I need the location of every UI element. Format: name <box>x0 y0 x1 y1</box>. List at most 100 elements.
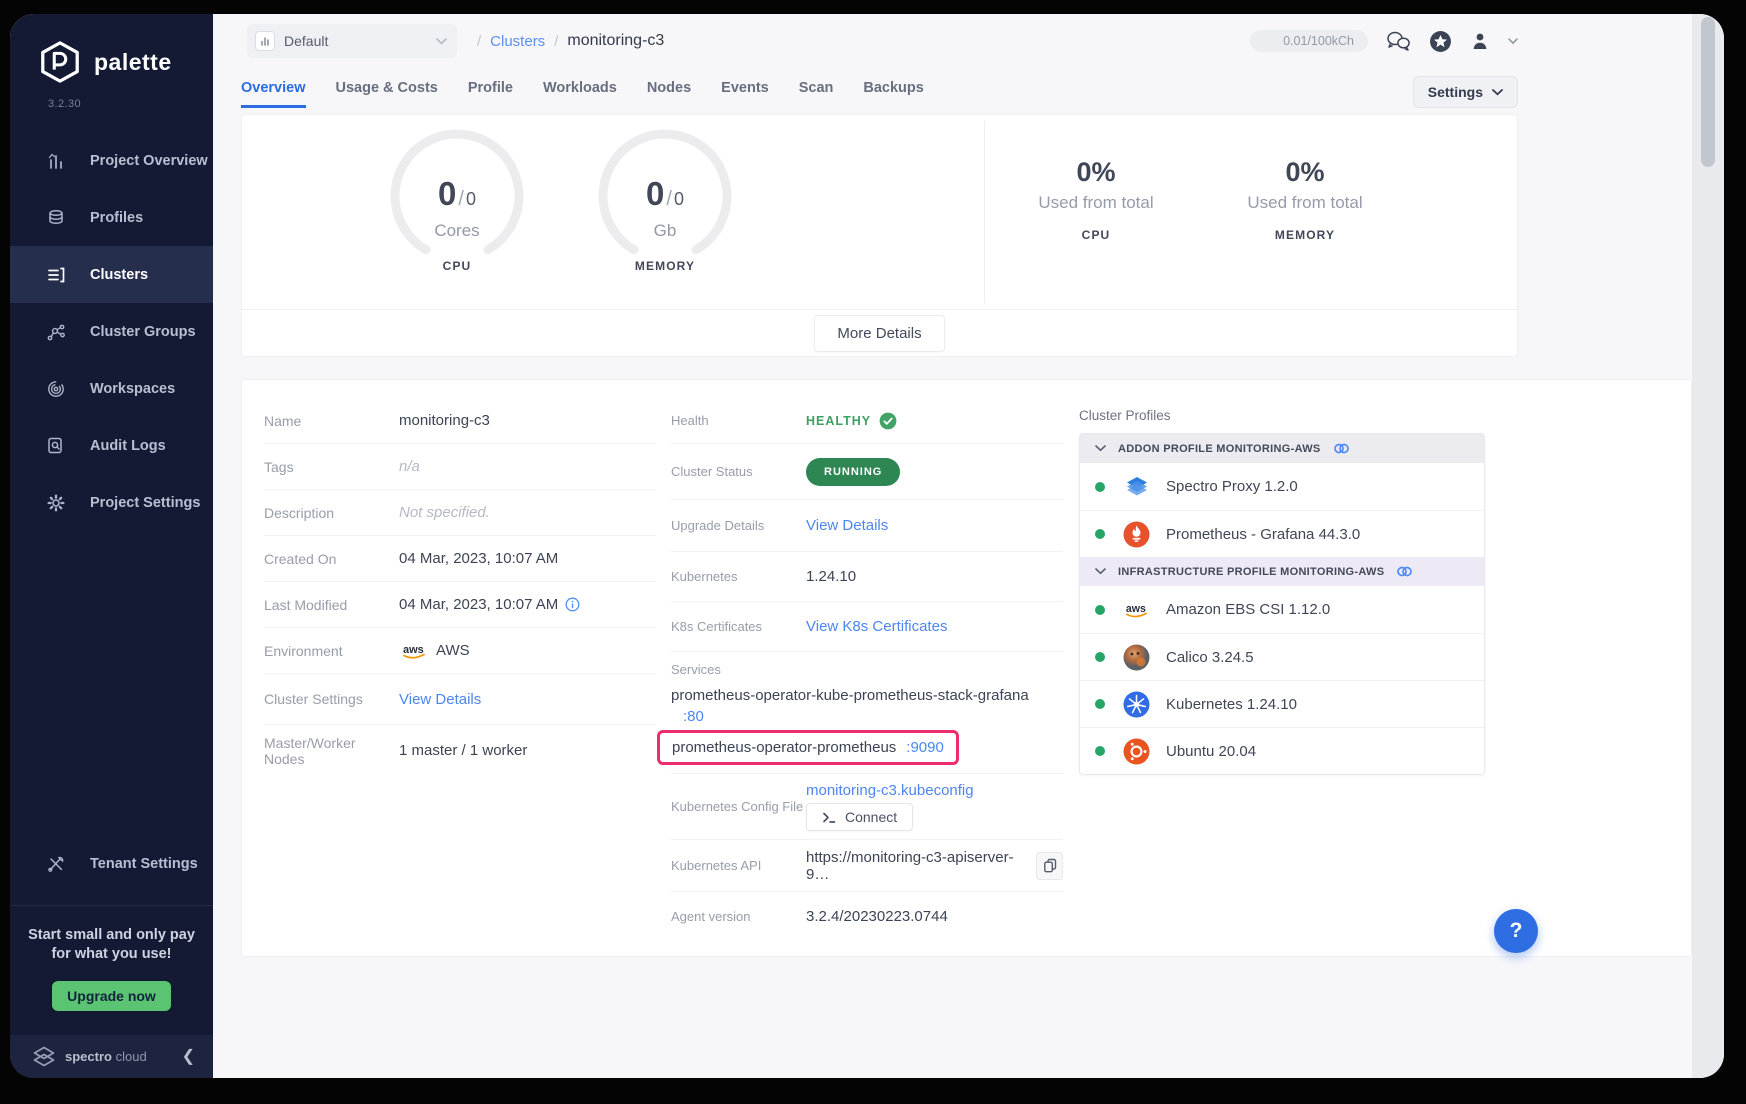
upgrade-now-button[interactable]: Upgrade now <box>52 981 171 1011</box>
gauge-area: 0/0 Cores CPU 0/0 Gb MEMORY <box>242 115 1517 309</box>
sidebar-item-tenant-settings[interactable]: Tenant Settings <box>10 836 213 893</box>
info-icon[interactable] <box>565 597 580 612</box>
sidebar-item-project-settings[interactable]: Project Settings <box>10 474 213 531</box>
sidebar-item-label: Workspaces <box>90 381 175 397</box>
profile-row-amazon-ebs-csi[interactable]: aws Amazon EBS CSI 1.12.0 <box>1080 586 1484 633</box>
tab-backups[interactable]: Backups <box>863 80 923 108</box>
memory-used-value: 0 <box>646 175 664 212</box>
link-icon[interactable] <box>1333 442 1350 455</box>
more-details-button[interactable]: More Details <box>814 315 944 352</box>
tabs-row: Overview Usage & Costs Profile Workloads… <box>241 76 1518 108</box>
sidebar-item-project-overview[interactable]: Project Overview <box>10 132 213 189</box>
footer-brand-bold: spectro <box>65 1049 112 1064</box>
sidebar-item-workspaces[interactable]: Workspaces <box>10 360 213 417</box>
mini-chart-icon <box>255 31 275 51</box>
sidebar-collapse-icon[interactable]: ❮ <box>182 1049 195 1065</box>
upgrade-promo: Start small and only pay for what you us… <box>10 905 213 1035</box>
tab-events[interactable]: Events <box>721 80 769 108</box>
sidebar: palette 3.2.30 Project Overview <box>10 14 213 1078</box>
row-kubernetes-version: Kubernetes 1.24.10 <box>671 552 1063 602</box>
row-master-worker: Master/Worker Nodes 1 master / 1 worker <box>264 725 656 776</box>
help-button[interactable]: ? <box>1494 909 1538 953</box>
cpu-usage-percent: 0% <box>1001 157 1191 188</box>
tab-scan[interactable]: Scan <box>799 80 834 108</box>
chevron-down-icon <box>436 38 447 45</box>
details-middle-column: Health HEALTHY Cluster Status RUNNING Up… <box>671 398 1063 940</box>
sidebar-item-profiles[interactable]: Profiles <box>10 189 213 246</box>
palette-logo-icon <box>38 40 82 84</box>
settings-button[interactable]: Settings <box>1413 76 1518 108</box>
brand-name: palette <box>94 49 172 76</box>
cpu-gauge: 0/0 Cores CPU <box>372 129 542 273</box>
tab-overview[interactable]: Overview <box>241 80 306 108</box>
cluster-profiles-panel: Cluster Profiles ADDON PROFILE MONITORIN… <box>1079 408 1485 775</box>
memory-usage-stat: 0% Used from total MEMORY <box>1210 157 1400 242</box>
tags-value: n/a <box>399 458 420 475</box>
row-upgrade-details: Upgrade Details View Details <box>671 500 1063 552</box>
profile-row-prometheus-grafana[interactable]: Prometheus - Grafana 44.3.0 <box>1080 510 1484 557</box>
ubuntu-logo <box>1123 738 1150 765</box>
layers-icon <box>46 208 66 228</box>
infrastructure-profile-header[interactable]: INFRASTRUCTURE PROFILE MONITORING-AWS <box>1080 557 1484 586</box>
page: palette 3.2.30 Project Overview <box>0 0 1746 1104</box>
row-agent-version: Agent version 3.2.4/20230223.0744 <box>671 892 1063 940</box>
kubernetes-logo <box>1123 691 1150 718</box>
highlighted-service: prometheus-operator-prometheus :9090 <box>657 730 959 765</box>
details-left-column: Name monitoring-c3 Tags n/a Description … <box>264 398 656 776</box>
connect-button[interactable]: Connect <box>806 803 913 831</box>
created-on-value: 04 Mar, 2023, 10:07 AM <box>399 550 558 567</box>
service-port-link[interactable]: :80 <box>683 708 704 725</box>
cpu-total-value: 0 <box>466 189 476 209</box>
svg-text:aws: aws <box>1126 602 1146 614</box>
link-icon[interactable] <box>1396 565 1413 578</box>
promo-line-2: for what you use! <box>20 945 203 965</box>
project-selector[interactable]: Default <box>247 24 457 58</box>
memory-total-value: 0 <box>674 189 684 209</box>
cluster-name-value: monitoring-c3 <box>399 412 490 429</box>
tab-usage-costs[interactable]: Usage & Costs <box>336 80 438 108</box>
spectro-cloud-logo <box>32 1045 56 1069</box>
profile-pack-name: Ubuntu 20.04 <box>1166 743 1256 760</box>
sidebar-item-label: Project Overview <box>90 153 208 169</box>
status-dot <box>1095 699 1105 709</box>
addon-profile-header[interactable]: ADDON PROFILE MONITORING-AWS <box>1080 434 1484 463</box>
profile-row-kubernetes[interactable]: Kubernetes 1.24.10 <box>1080 680 1484 727</box>
breadcrumb-clusters-link[interactable]: Clusters <box>490 33 545 50</box>
metrics-divider <box>984 121 985 303</box>
app-window: palette 3.2.30 Project Overview <box>10 14 1724 1078</box>
user-icon[interactable] <box>1469 30 1491 52</box>
terminal-icon <box>822 811 836 824</box>
breadcrumb-current: monitoring-c3 <box>567 32 664 50</box>
services-label: Services <box>671 662 1063 677</box>
row-name: Name monitoring-c3 <box>264 398 656 444</box>
profile-pack-name: Spectro Proxy 1.2.0 <box>1166 478 1298 495</box>
profile-row-calico[interactable]: Calico 3.24.5 <box>1080 633 1484 680</box>
sidebar-nav: Project Overview Profiles <box>10 132 213 531</box>
service-port-link[interactable]: :9090 <box>906 739 944 756</box>
check-circle-icon <box>879 412 897 430</box>
prometheus-logo <box>1123 521 1150 548</box>
profile-row-spectro-proxy[interactable]: Spectro Proxy 1.2.0 <box>1080 463 1484 510</box>
upgrade-details-link[interactable]: View Details <box>806 517 888 534</box>
row-tags: Tags n/a <box>264 444 656 490</box>
row-created-on: Created On 04 Mar, 2023, 10:07 AM <box>264 536 656 582</box>
sidebar-item-cluster-groups[interactable]: Cluster Groups <box>10 303 213 360</box>
copy-button[interactable] <box>1036 852 1063 880</box>
tab-nodes[interactable]: Nodes <box>647 80 691 108</box>
tab-workloads[interactable]: Workloads <box>543 80 617 108</box>
cluster-settings-link[interactable]: View Details <box>399 691 481 708</box>
chevron-down-icon[interactable] <box>1508 38 1518 45</box>
star-circle-icon[interactable] <box>1429 30 1452 53</box>
k8s-certificates-link[interactable]: View K8s Certificates <box>806 618 947 635</box>
kubeconfig-download-link[interactable]: monitoring-c3.kubeconfig <box>806 782 974 799</box>
sidebar-item-clusters[interactable]: Clusters <box>10 246 213 303</box>
cluster-profiles-title: Cluster Profiles <box>1079 408 1485 423</box>
gear-icon <box>46 493 66 513</box>
chat-bubbles-icon[interactable] <box>1385 30 1412 52</box>
cpu-used-value: 0 <box>438 175 456 212</box>
scrollbar-thumb[interactable] <box>1701 17 1715 167</box>
sidebar-item-audit-logs[interactable]: Audit Logs <box>10 417 213 474</box>
profile-row-ubuntu[interactable]: Ubuntu 20.04 <box>1080 727 1484 774</box>
tab-profile[interactable]: Profile <box>468 80 513 108</box>
scrollbar-track[interactable] <box>1692 14 1724 1078</box>
